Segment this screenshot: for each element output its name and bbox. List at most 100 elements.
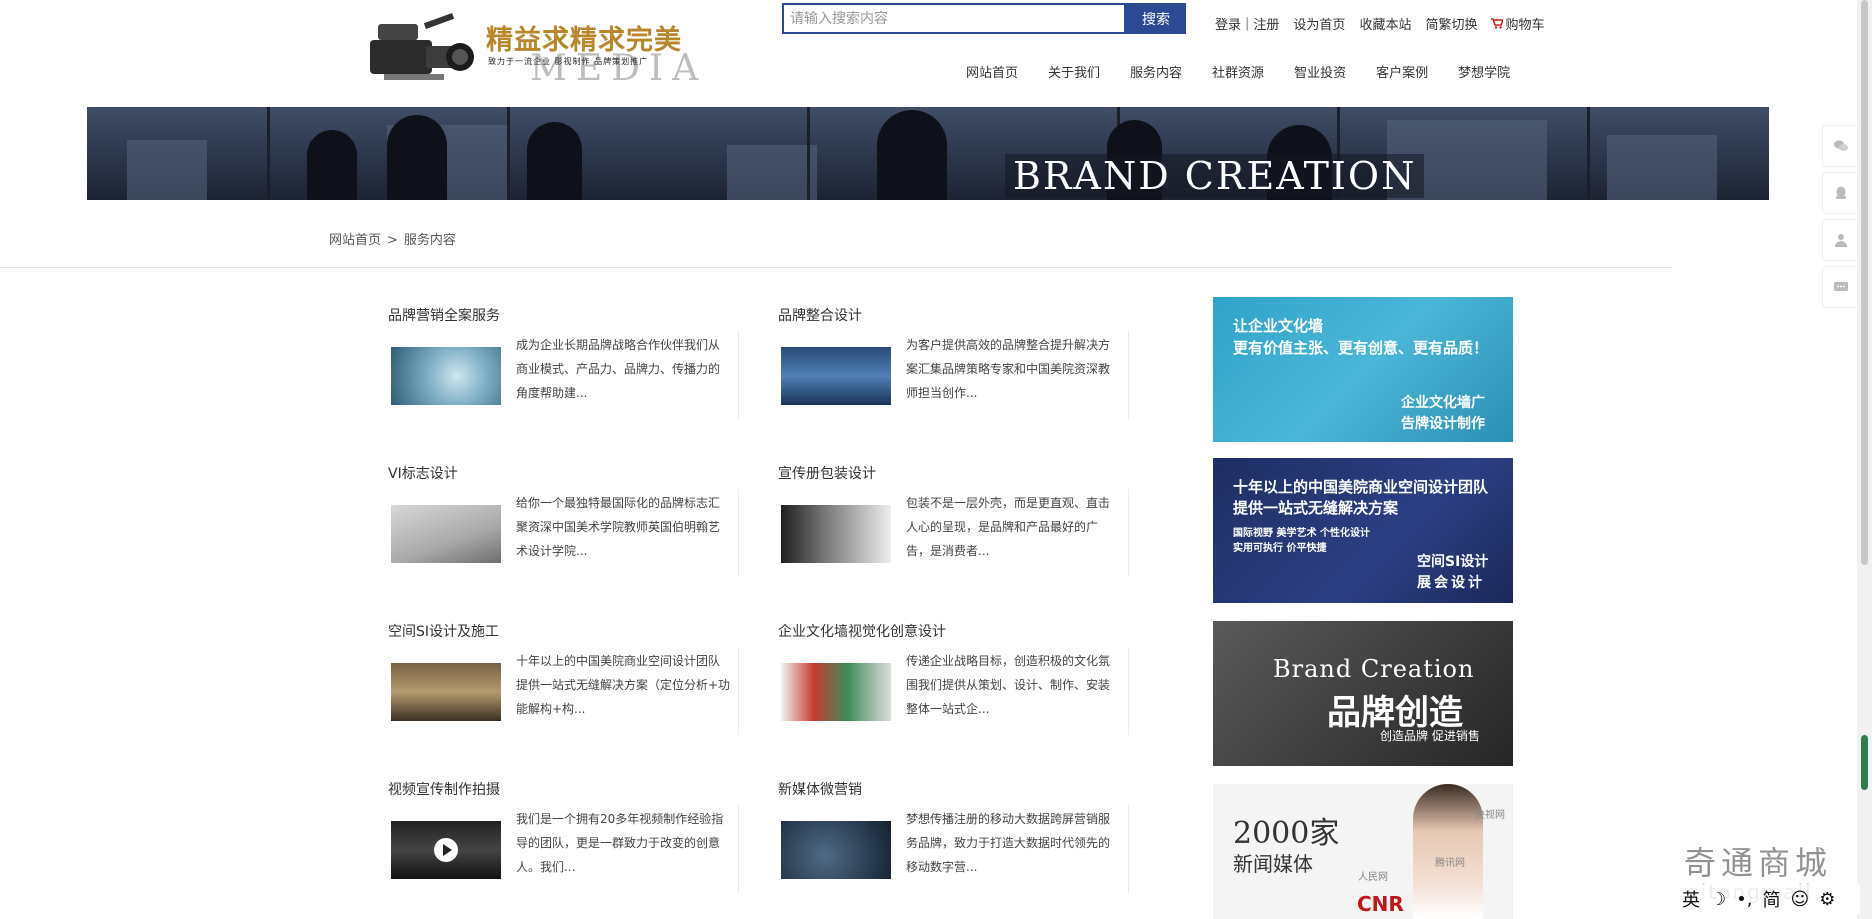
breadcrumb-home[interactable]: 网站首页: [329, 233, 381, 248]
ad-news-media[interactable]: 2000家 新闻媒体 CNR 央视网 腾讯网 人民网: [1213, 784, 1513, 919]
service-title[interactable]: 品牌整合设计: [778, 305, 862, 325]
service-card[interactable]: 视频宣传制作拍摄 我们是一个拥有20多年视频制作经验指导的团队，更是一群致力于改…: [388, 779, 748, 909]
scrollbar-marker: [1861, 735, 1868, 790]
ime-settings-icon[interactable]: ⚙: [1819, 889, 1835, 910]
video-camera-icon: [370, 13, 474, 80]
ime-english-toggle[interactable]: 英: [1682, 886, 1700, 912]
ad-text: 企业文化墙广: [1401, 395, 1485, 411]
top-links: 登录 | 注册 设为首页 收藏本站 简繁切换 购物车: [1215, 14, 1558, 33]
register-link[interactable]: 注册: [1253, 14, 1279, 33]
service-description: 十年以上的中国美院商业空间设计团队提供一站式无缝解决方案（定位分析+功能解构+构…: [516, 654, 731, 716]
language-switch-link[interactable]: 简繁切换: [1425, 14, 1477, 33]
service-thumbnail[interactable]: [391, 347, 501, 405]
ad-text: 腾讯网: [1435, 858, 1465, 869]
side-user-button[interactable]: [1822, 219, 1858, 261]
cart-link[interactable]: 购物车: [1491, 14, 1544, 33]
service-title[interactable]: 企业文化墙视觉化创意设计: [778, 621, 946, 641]
service-title[interactable]: 空间SI设计及施工: [388, 621, 499, 641]
watermark-text: 奇通商城: [1684, 844, 1833, 882]
service-thumbnail[interactable]: [781, 821, 891, 879]
ad-text: 告牌设计制作: [1401, 416, 1485, 432]
divider: [0, 267, 1673, 268]
card-divider: [738, 647, 739, 735]
message-icon: [1833, 282, 1848, 291]
ad-text: 新闻媒体: [1233, 852, 1313, 876]
ad-culture-wall[interactable]: 让企业文化墙 更有价值主张、更有创意、更有品质！ 企业文化墙广 告牌设计制作: [1213, 297, 1513, 442]
ad-text: 更有价值主张、更有创意、更有品质！: [1233, 339, 1489, 357]
logo-subtitle: 致力于一流企业 影视制作 品牌策划推广: [488, 57, 649, 66]
ad-text: 人民网: [1358, 872, 1388, 883]
service-card[interactable]: 宣传册包装设计 包装不是一层外壳，而是更直观、直击人心的呈现，是品牌和产品最好的…: [778, 463, 1138, 593]
service-thumbnail[interactable]: [781, 663, 891, 721]
ime-toolbar: 英 ☽ •, 简 ☺ ⚙: [1660, 884, 1860, 914]
ad-text: CNR: [1357, 892, 1404, 916]
service-card[interactable]: 企业文化墙视觉化创意设计 传递企业战略目标，创造积极的文化氛围我们提供从策划、设…: [778, 621, 1138, 751]
nav-item-investment[interactable]: 智业投资: [1294, 62, 1346, 81]
breadcrumb-current: 服务内容: [403, 233, 456, 248]
ad-text: 空间SI设计: [1417, 554, 1489, 570]
service-title[interactable]: 宣传册包装设计: [778, 463, 876, 483]
service-card[interactable]: 品牌整合设计 为客户提供高效的品牌整合提升解决方案汇集品牌策略专家和中国美院资深…: [778, 305, 1138, 435]
side-qq-button[interactable]: [1822, 172, 1858, 214]
service-thumbnail[interactable]: [781, 505, 891, 563]
nav-item-home[interactable]: 网站首页: [966, 62, 1018, 81]
set-homepage-link[interactable]: 设为首页: [1293, 14, 1345, 33]
ad-space-design[interactable]: 十年以上的中国美院商业空间设计团队 提供一站式无缝解决方案 国际视野 美学艺术 …: [1213, 458, 1513, 603]
scrollbar-thumb[interactable]: [1861, 0, 1868, 565]
nav-item-about[interactable]: 关于我们: [1048, 62, 1100, 81]
search-button[interactable]: 搜索: [1126, 3, 1186, 34]
service-title[interactable]: 新媒体微营销: [778, 779, 862, 799]
service-title[interactable]: VI标志设计: [388, 463, 458, 483]
service-title[interactable]: 品牌营销全案服务: [388, 305, 500, 325]
user-icon: [1834, 234, 1847, 247]
service-description: 给你一个最独特最国际化的品牌标志汇聚资深中国美术学院教师英国伯明翰艺术设计学院.…: [516, 496, 721, 558]
banner-title: BRAND CREATION: [1005, 154, 1425, 198]
login-link[interactable]: 登录: [1215, 14, 1241, 33]
hero-banner: BRAND CREATION: [87, 107, 1769, 200]
ad-text: 央视网: [1475, 810, 1505, 821]
ime-simplified-toggle[interactable]: 简: [1762, 886, 1780, 912]
service-description: 传递企业战略目标，创造积极的文化氛围我们提供从策划、设计、制作、安装整体一站式企…: [906, 654, 1111, 716]
ime-emoji-icon[interactable]: ☺: [1790, 889, 1809, 910]
play-icon[interactable]: [434, 838, 458, 862]
ime-moon-icon[interactable]: ☽: [1710, 889, 1726, 910]
card-divider: [1128, 489, 1129, 577]
ad-text: 2000家: [1233, 816, 1340, 851]
service-title[interactable]: 视频宣传制作拍摄: [388, 779, 500, 799]
service-card[interactable]: 空间SI设计及施工 十年以上的中国美院商业空间设计团队提供一站式无缝解决方案（定…: [388, 621, 748, 751]
site-logo[interactable]: 精益求精求完美 MEDIA 致力于一流企业 影视制作 品牌策划推广: [364, 4, 698, 89]
nav-item-community[interactable]: 社群资源: [1212, 62, 1264, 81]
ad-text: Brand Creation: [1273, 655, 1475, 683]
side-message-button[interactable]: [1822, 266, 1858, 308]
ad-text: 十年以上的中国美院商业空间设计团队: [1233, 478, 1489, 496]
link-separator: |: [1245, 16, 1250, 31]
nav-item-academy[interactable]: 梦想学院: [1458, 62, 1510, 81]
service-card[interactable]: 新媒体微营销 梦想传播注册的移动大数据跨屏营销服务品牌，致力于打造大数据时代领先…: [778, 779, 1138, 909]
ad-photo: [1413, 784, 1483, 919]
service-card[interactable]: 品牌营销全案服务 成为企业长期品牌战略合作伙伴我们从商业模式、产品力、品牌力、传…: [388, 305, 748, 435]
card-divider: [738, 489, 739, 577]
service-card[interactable]: VI标志设计 给你一个最独特最国际化的品牌标志汇聚资深中国美术学院教师英国伯明翰…: [388, 463, 748, 593]
search-box: [782, 3, 1126, 34]
card-divider: [1128, 805, 1129, 893]
ad-text: 展会设计: [1417, 575, 1485, 591]
nav-item-services[interactable]: 服务内容: [1130, 62, 1182, 81]
ad-brand-creation[interactable]: Brand Creation 品牌创造 创造品牌 促进销售: [1213, 621, 1513, 766]
ime-punctuation-icon[interactable]: •,: [1736, 889, 1752, 910]
side-wechat-button[interactable]: [1822, 125, 1858, 167]
service-description: 梦想传播注册的移动大数据跨屏营销服务品牌，致力于打造大数据时代领先的移动数字营.…: [906, 812, 1111, 874]
service-thumbnail[interactable]: [391, 505, 501, 563]
cart-label: 购物车: [1505, 18, 1545, 33]
service-thumbnail[interactable]: [781, 347, 891, 405]
cart-icon: [1491, 18, 1504, 29]
card-divider: [1128, 647, 1129, 735]
add-favorite-link[interactable]: 收藏本站: [1359, 14, 1411, 33]
nav-item-cases[interactable]: 客户案例: [1376, 62, 1428, 81]
search-input[interactable]: [784, 5, 1124, 32]
service-description: 成为企业长期品牌战略合作伙伴我们从商业模式、产品力、品牌力、传播力的角度帮助建.…: [516, 338, 721, 400]
service-description: 我们是一个拥有20多年视频制作经验指导的团队，更是一群致力于改变的创意人。我们.…: [516, 812, 724, 874]
ad-text: 提供一站式无缝解决方案: [1233, 499, 1399, 517]
service-thumbnail[interactable]: [391, 821, 501, 879]
wechat-icon: [1833, 140, 1848, 151]
service-thumbnail[interactable]: [391, 663, 501, 721]
